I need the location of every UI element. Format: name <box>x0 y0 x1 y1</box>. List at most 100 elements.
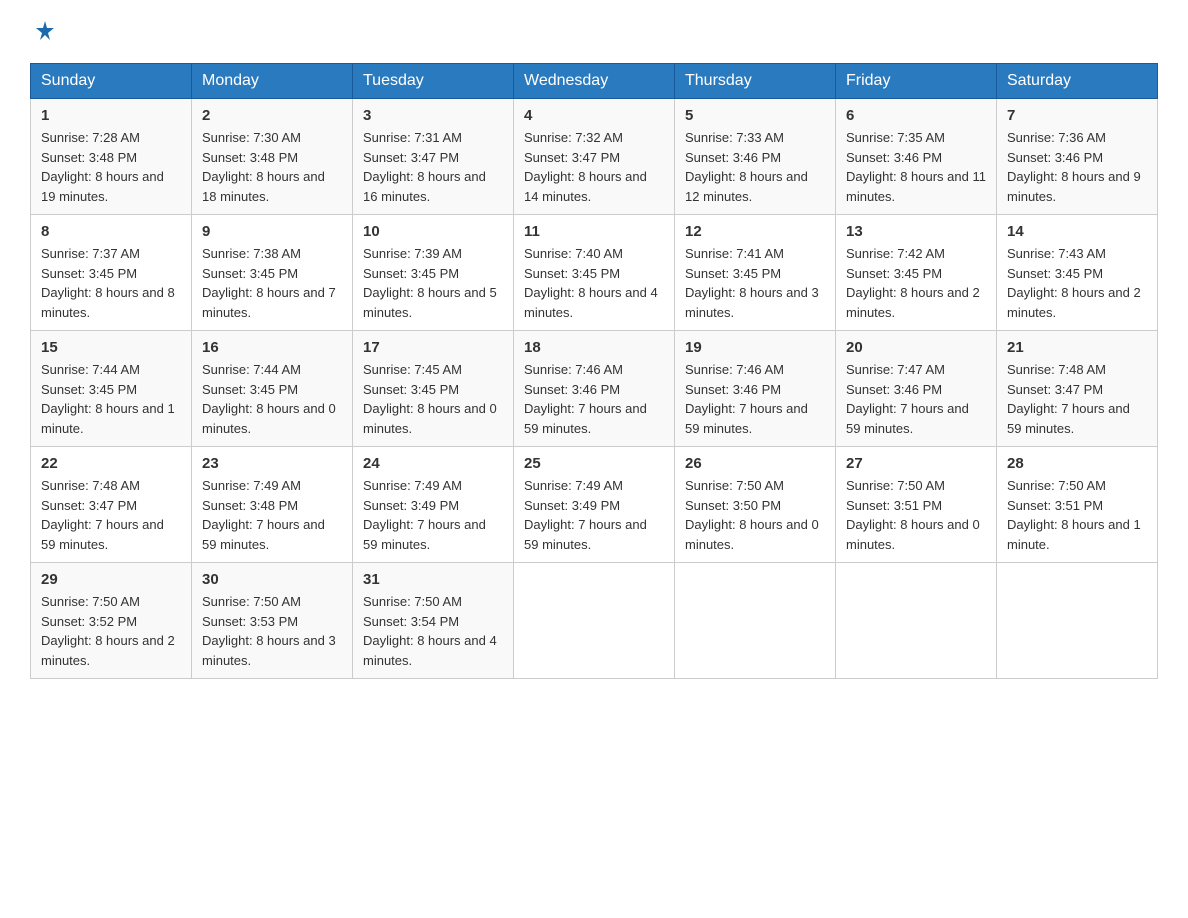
day-number: 19 <box>685 339 825 356</box>
weekday-header-friday: Friday <box>836 64 997 99</box>
day-number: 1 <box>41 107 181 124</box>
day-number: 31 <box>363 571 503 588</box>
calendar-cell: 4 Sunrise: 7:32 AMSunset: 3:47 PMDayligh… <box>514 99 675 215</box>
day-info: Sunrise: 7:37 AMSunset: 3:45 PMDaylight:… <box>41 244 181 322</box>
day-number: 17 <box>363 339 503 356</box>
day-info: Sunrise: 7:39 AMSunset: 3:45 PMDaylight:… <box>363 244 503 322</box>
calendar-cell: 30 Sunrise: 7:50 AMSunset: 3:53 PMDaylig… <box>192 563 353 679</box>
weekday-header-tuesday: Tuesday <box>353 64 514 99</box>
calendar-week-row: 22 Sunrise: 7:48 AMSunset: 3:47 PMDaylig… <box>31 447 1158 563</box>
day-number: 27 <box>846 455 986 472</box>
day-info: Sunrise: 7:48 AMSunset: 3:47 PMDaylight:… <box>41 476 181 554</box>
day-number: 30 <box>202 571 342 588</box>
weekday-header-thursday: Thursday <box>675 64 836 99</box>
day-number: 12 <box>685 223 825 240</box>
calendar-week-row: 1 Sunrise: 7:28 AMSunset: 3:48 PMDayligh… <box>31 99 1158 215</box>
day-info: Sunrise: 7:49 AMSunset: 3:48 PMDaylight:… <box>202 476 342 554</box>
day-info: Sunrise: 7:50 AMSunset: 3:53 PMDaylight:… <box>202 592 342 670</box>
calendar-cell <box>675 563 836 679</box>
calendar-cell: 24 Sunrise: 7:49 AMSunset: 3:49 PMDaylig… <box>353 447 514 563</box>
day-info: Sunrise: 7:46 AMSunset: 3:46 PMDaylight:… <box>685 360 825 438</box>
calendar-cell: 28 Sunrise: 7:50 AMSunset: 3:51 PMDaylig… <box>997 447 1158 563</box>
calendar-cell: 8 Sunrise: 7:37 AMSunset: 3:45 PMDayligh… <box>31 215 192 331</box>
day-info: Sunrise: 7:36 AMSunset: 3:46 PMDaylight:… <box>1007 128 1147 206</box>
calendar-cell <box>997 563 1158 679</box>
day-info: Sunrise: 7:44 AMSunset: 3:45 PMDaylight:… <box>41 360 181 438</box>
day-number: 22 <box>41 455 181 472</box>
day-info: Sunrise: 7:50 AMSunset: 3:51 PMDaylight:… <box>1007 476 1147 554</box>
day-info: Sunrise: 7:28 AMSunset: 3:48 PMDaylight:… <box>41 128 181 206</box>
day-info: Sunrise: 7:45 AMSunset: 3:45 PMDaylight:… <box>363 360 503 438</box>
calendar-cell: 9 Sunrise: 7:38 AMSunset: 3:45 PMDayligh… <box>192 215 353 331</box>
page-header <box>30 20 1158 43</box>
calendar-cell <box>514 563 675 679</box>
calendar-cell: 11 Sunrise: 7:40 AMSunset: 3:45 PMDaylig… <box>514 215 675 331</box>
day-number: 23 <box>202 455 342 472</box>
day-info: Sunrise: 7:50 AMSunset: 3:54 PMDaylight:… <box>363 592 503 670</box>
weekday-header-row: SundayMondayTuesdayWednesdayThursdayFrid… <box>31 64 1158 99</box>
calendar-week-row: 8 Sunrise: 7:37 AMSunset: 3:45 PMDayligh… <box>31 215 1158 331</box>
day-info: Sunrise: 7:42 AMSunset: 3:45 PMDaylight:… <box>846 244 986 322</box>
calendar-cell: 25 Sunrise: 7:49 AMSunset: 3:49 PMDaylig… <box>514 447 675 563</box>
logo-flag-icon <box>34 20 56 47</box>
day-info: Sunrise: 7:43 AMSunset: 3:45 PMDaylight:… <box>1007 244 1147 322</box>
day-number: 29 <box>41 571 181 588</box>
weekday-header-sunday: Sunday <box>31 64 192 99</box>
day-number: 14 <box>1007 223 1147 240</box>
logo <box>30 20 56 43</box>
calendar-cell: 26 Sunrise: 7:50 AMSunset: 3:50 PMDaylig… <box>675 447 836 563</box>
calendar-cell: 16 Sunrise: 7:44 AMSunset: 3:45 PMDaylig… <box>192 331 353 447</box>
day-number: 24 <box>363 455 503 472</box>
day-number: 3 <box>363 107 503 124</box>
day-number: 18 <box>524 339 664 356</box>
calendar-cell: 15 Sunrise: 7:44 AMSunset: 3:45 PMDaylig… <box>31 331 192 447</box>
calendar-cell: 1 Sunrise: 7:28 AMSunset: 3:48 PMDayligh… <box>31 99 192 215</box>
calendar-week-row: 15 Sunrise: 7:44 AMSunset: 3:45 PMDaylig… <box>31 331 1158 447</box>
day-number: 4 <box>524 107 664 124</box>
calendar-cell: 31 Sunrise: 7:50 AMSunset: 3:54 PMDaylig… <box>353 563 514 679</box>
day-info: Sunrise: 7:32 AMSunset: 3:47 PMDaylight:… <box>524 128 664 206</box>
day-info: Sunrise: 7:31 AMSunset: 3:47 PMDaylight:… <box>363 128 503 206</box>
day-info: Sunrise: 7:38 AMSunset: 3:45 PMDaylight:… <box>202 244 342 322</box>
calendar-cell: 13 Sunrise: 7:42 AMSunset: 3:45 PMDaylig… <box>836 215 997 331</box>
calendar-cell: 14 Sunrise: 7:43 AMSunset: 3:45 PMDaylig… <box>997 215 1158 331</box>
calendar-cell: 12 Sunrise: 7:41 AMSunset: 3:45 PMDaylig… <box>675 215 836 331</box>
day-number: 9 <box>202 223 342 240</box>
day-number: 16 <box>202 339 342 356</box>
day-info: Sunrise: 7:50 AMSunset: 3:50 PMDaylight:… <box>685 476 825 554</box>
day-number: 7 <box>1007 107 1147 124</box>
day-info: Sunrise: 7:40 AMSunset: 3:45 PMDaylight:… <box>524 244 664 322</box>
day-info: Sunrise: 7:35 AMSunset: 3:46 PMDaylight:… <box>846 128 986 206</box>
day-number: 21 <box>1007 339 1147 356</box>
day-number: 20 <box>846 339 986 356</box>
calendar-cell: 2 Sunrise: 7:30 AMSunset: 3:48 PMDayligh… <box>192 99 353 215</box>
calendar-cell: 29 Sunrise: 7:50 AMSunset: 3:52 PMDaylig… <box>31 563 192 679</box>
day-number: 13 <box>846 223 986 240</box>
day-info: Sunrise: 7:50 AMSunset: 3:51 PMDaylight:… <box>846 476 986 554</box>
calendar-cell <box>836 563 997 679</box>
calendar-cell: 19 Sunrise: 7:46 AMSunset: 3:46 PMDaylig… <box>675 331 836 447</box>
calendar-cell: 7 Sunrise: 7:36 AMSunset: 3:46 PMDayligh… <box>997 99 1158 215</box>
weekday-header-monday: Monday <box>192 64 353 99</box>
weekday-header-wednesday: Wednesday <box>514 64 675 99</box>
day-number: 28 <box>1007 455 1147 472</box>
calendar-cell: 6 Sunrise: 7:35 AMSunset: 3:46 PMDayligh… <box>836 99 997 215</box>
calendar-week-row: 29 Sunrise: 7:50 AMSunset: 3:52 PMDaylig… <box>31 563 1158 679</box>
day-number: 8 <box>41 223 181 240</box>
day-info: Sunrise: 7:44 AMSunset: 3:45 PMDaylight:… <box>202 360 342 438</box>
day-info: Sunrise: 7:49 AMSunset: 3:49 PMDaylight:… <box>524 476 664 554</box>
day-number: 15 <box>41 339 181 356</box>
day-number: 6 <box>846 107 986 124</box>
calendar-cell: 5 Sunrise: 7:33 AMSunset: 3:46 PMDayligh… <box>675 99 836 215</box>
day-number: 10 <box>363 223 503 240</box>
day-info: Sunrise: 7:47 AMSunset: 3:46 PMDaylight:… <box>846 360 986 438</box>
day-info: Sunrise: 7:48 AMSunset: 3:47 PMDaylight:… <box>1007 360 1147 438</box>
calendar-cell: 10 Sunrise: 7:39 AMSunset: 3:45 PMDaylig… <box>353 215 514 331</box>
day-info: Sunrise: 7:33 AMSunset: 3:46 PMDaylight:… <box>685 128 825 206</box>
calendar-cell: 3 Sunrise: 7:31 AMSunset: 3:47 PMDayligh… <box>353 99 514 215</box>
day-info: Sunrise: 7:30 AMSunset: 3:48 PMDaylight:… <box>202 128 342 206</box>
day-info: Sunrise: 7:50 AMSunset: 3:52 PMDaylight:… <box>41 592 181 670</box>
day-info: Sunrise: 7:49 AMSunset: 3:49 PMDaylight:… <box>363 476 503 554</box>
calendar-cell: 23 Sunrise: 7:49 AMSunset: 3:48 PMDaylig… <box>192 447 353 563</box>
calendar-cell: 17 Sunrise: 7:45 AMSunset: 3:45 PMDaylig… <box>353 331 514 447</box>
